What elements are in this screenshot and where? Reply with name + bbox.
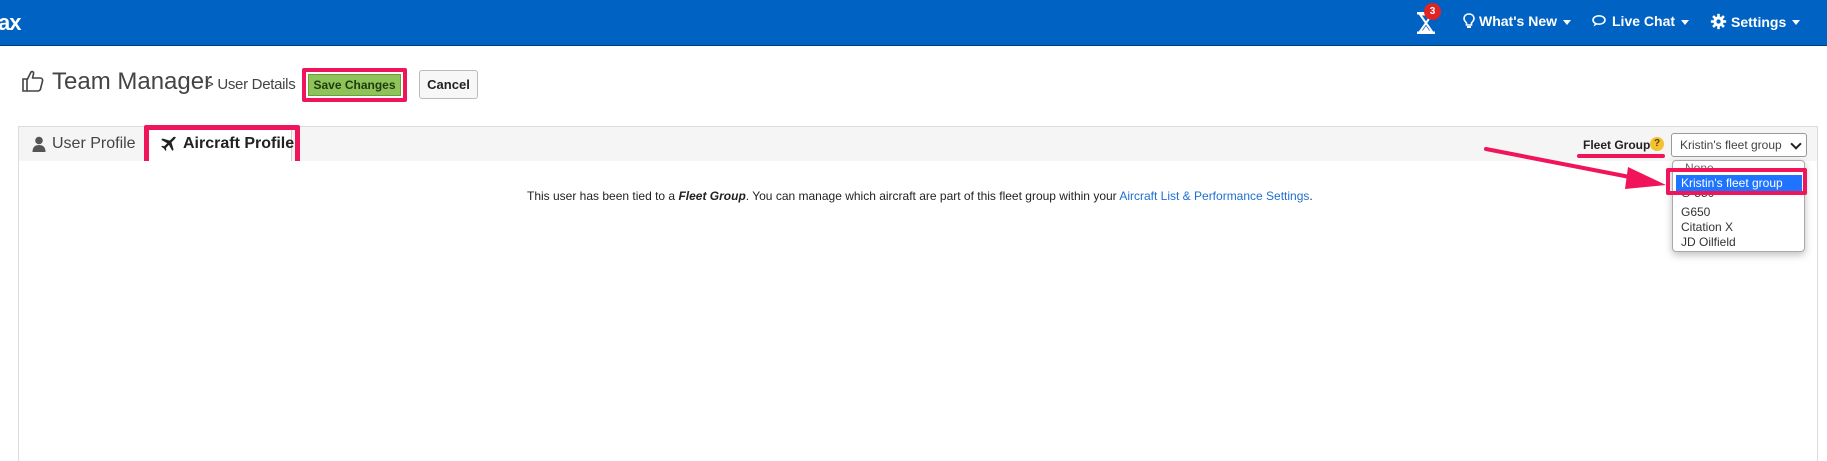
chevron-down-icon [1792,20,1801,25]
plane-icon [161,136,176,151]
aircraft-profile-panel [18,161,1818,461]
fleet-option[interactable]: Citation X [1681,220,1733,234]
fleet-option[interactable]: G650 [1681,205,1710,219]
fleet-group-selected-value: Kristin's fleet group [1680,138,1782,152]
save-button[interactable]: Save Changes [308,74,401,96]
fleet-option[interactable]: JD Oilfield [1681,235,1736,249]
chevron-down-icon [1563,19,1572,25]
thumbs-up-icon [22,70,44,92]
live-chat-label: Live Chat [1612,13,1676,29]
info-text-middle: . You can manage which aircraft are part… [745,189,1120,203]
lightbulb-icon [1463,13,1475,28]
fleet-group-label: Fleet Group [1583,138,1651,152]
cancel-button[interactable]: Cancel [419,70,478,99]
tab-user-profile[interactable]: User Profile [32,135,136,153]
page-title: Team Manager [52,68,213,95]
info-text-prefix: This user has been tied to a [527,189,679,203]
info-text-emphasis: Fleet Group [678,189,746,203]
chevron-down-icon [1681,19,1690,25]
tab-aircraft-profile[interactable]: Aircraft Profile [160,135,294,153]
chevron-down-icon [1790,138,1802,150]
help-icon[interactable]: ? [1650,137,1664,151]
tab-aircraft-profile-label: Aircraft Profile [183,135,295,152]
user-icon [32,136,46,152]
fleet-group-info: This user has been tied to a Fleet Group… [527,189,1313,203]
settings-menu[interactable]: Settings [1710,13,1801,30]
whats-new-label: What's New [1479,13,1558,29]
brand-logo[interactable]: ax [0,10,22,36]
settings-label: Settings [1731,13,1787,30]
chat-icon [1592,15,1606,27]
live-chat-menu[interactable]: Live Chat [1592,13,1690,29]
tab-user-profile-label: User Profile [52,135,136,152]
fleet-group-select[interactable]: Kristin's fleet group [1671,133,1807,157]
notification-badge: 3 [1424,3,1441,20]
info-text-suffix: . [1309,189,1313,203]
fleet-group-label-highlight [1577,154,1665,158]
selected-option-highlight [1666,168,1807,195]
gear-icon [1710,13,1727,30]
whats-new-menu[interactable]: What's New [1463,13,1572,29]
breadcrumb: > User Details [205,76,296,93]
aircraft-list-link[interactable]: Aircraft List & Performance Settings [1119,189,1309,203]
